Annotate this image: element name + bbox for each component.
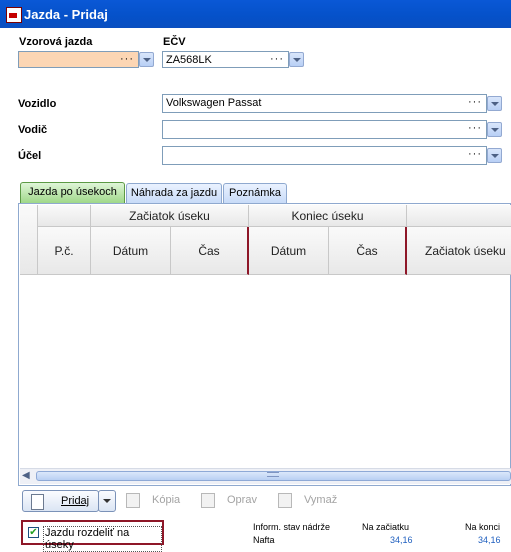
tab-compensation[interactable]: Náhrada za jazdu: [126, 183, 222, 203]
split-into-segments-checkbox[interactable]: ✔: [28, 527, 39, 538]
vehicle-value: Volkswagen Passat: [166, 97, 262, 109]
tank-info-label: Inform. stav nádrže: [253, 522, 331, 532]
column-header-start-time[interactable]: Čas: [171, 227, 249, 275]
column-header-end-date[interactable]: Dátum: [249, 227, 329, 275]
tank-end-value: 34,16: [478, 535, 501, 545]
edit-button[interactable]: Oprav: [199, 490, 259, 512]
plate-field[interactable]: ZA568LK ···: [162, 51, 289, 68]
row-selector-header: [20, 205, 38, 275]
tank-end-label: Na konci: [465, 522, 501, 532]
plate-label: EČV: [163, 36, 186, 48]
fuel-type-label: Nafta: [253, 535, 275, 545]
ellipsis-icon[interactable]: ···: [270, 53, 284, 65]
tab-note[interactable]: Poznámka: [223, 183, 287, 203]
scrollbar-grip-icon: [267, 472, 279, 477]
column-header-start-point[interactable]: Začiatok úseku: [407, 227, 511, 275]
add-button[interactable]: Pridaj: [22, 490, 99, 512]
new-document-icon: [31, 494, 44, 510]
purpose-label: Účel: [18, 150, 42, 162]
purpose-dropdown-button[interactable]: [487, 148, 502, 163]
column-group-start: Začiatok úseku: [91, 205, 249, 227]
template-trip-field[interactable]: ···: [18, 51, 139, 68]
plate-dropdown-button[interactable]: [289, 52, 304, 67]
horizontal-scrollbar[interactable]: ◀: [20, 468, 511, 484]
tank-start-label: Na začiatku: [362, 522, 410, 532]
ellipsis-icon[interactable]: ···: [120, 53, 134, 65]
copy-button[interactable]: Kópia: [124, 490, 184, 512]
tank-start-value: 34,16: [390, 535, 413, 545]
edit-icon: [201, 493, 215, 508]
column-header-start-date[interactable]: Dátum: [91, 227, 171, 275]
driver-field[interactable]: ···: [162, 120, 487, 139]
window-title: Jazda - Pridaj: [24, 7, 108, 22]
ellipsis-icon[interactable]: ···: [468, 122, 482, 134]
split-into-segments-frame: ✔ Jazdu rozdeliť na úseky: [21, 520, 164, 552]
app-icon: [6, 7, 22, 23]
vehicle-label: Vozidlo: [18, 98, 57, 110]
delete-icon: [278, 493, 292, 508]
column-group-end: Koniec úseku: [249, 205, 407, 227]
template-trip-label: Vzorová jazda: [19, 36, 93, 48]
column-header-end-time[interactable]: Čas: [329, 227, 407, 275]
vehicle-dropdown-button[interactable]: [487, 96, 502, 111]
split-into-segments-label[interactable]: Jazdu rozdeliť na úseky: [43, 526, 162, 552]
title-bar: Jazda - Pridaj: [0, 0, 511, 28]
plate-value: ZA568LK: [166, 54, 212, 66]
driver-dropdown-button[interactable]: [487, 122, 502, 137]
copy-icon: [126, 493, 140, 508]
vehicle-field[interactable]: Volkswagen Passat ···: [162, 94, 487, 113]
tab-trip-segments[interactable]: Jazda po úsekoch: [20, 182, 125, 203]
delete-button[interactable]: Vymaž: [276, 490, 346, 512]
add-options-dropdown-button[interactable]: [98, 490, 116, 512]
ellipsis-icon[interactable]: ···: [468, 96, 482, 108]
segments-grid-header: P.č. Začiatok úseku Dátum Čas Koniec úse…: [20, 205, 511, 275]
driver-label: Vodič: [18, 124, 48, 136]
ellipsis-icon[interactable]: ···: [468, 148, 482, 160]
column-header-order[interactable]: P.č.: [38, 227, 91, 275]
scroll-left-icon[interactable]: ◀: [22, 470, 33, 482]
purpose-field[interactable]: ···: [162, 146, 487, 165]
template-trip-dropdown-button[interactable]: [139, 52, 154, 67]
